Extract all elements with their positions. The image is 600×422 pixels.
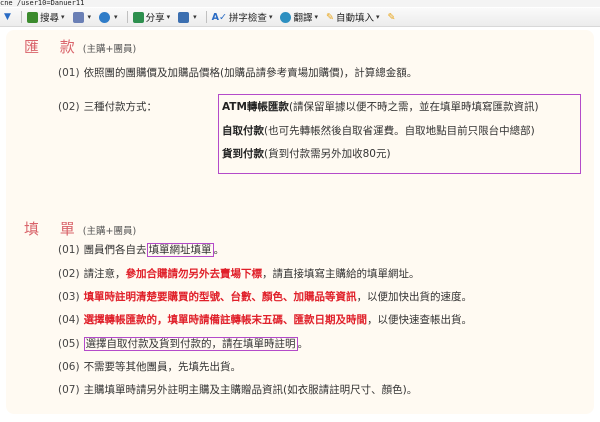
content-panel: 匯 款(主購+團員) (01) 依照團的團購價及加購品價格(加購品請參考賣場加購價… [6, 30, 594, 414]
fill-line-02-pre: 請注意， [83, 268, 126, 280]
translate-icon [280, 11, 292, 23]
chevron-down-icon: ▾ [61, 13, 65, 21]
fill-line-04: (04) 選擇轉帳匯款的，填單時請備註轉帳末五碼、匯款日期及時間，以便快速查帳出貨… [58, 313, 472, 327]
remit-line-02: (02) 三種付款方式： [58, 100, 157, 114]
line-number: (02) [58, 268, 80, 280]
bookmark-button[interactable]: ▾ [176, 9, 199, 25]
fill-section-title: 填 單(主購+團員) [24, 218, 136, 239]
fill-url-link[interactable]: 填單網址填單 [146, 243, 214, 257]
line-number: (01) [58, 67, 80, 79]
atm-label: ATM轉帳匯款 [222, 101, 289, 113]
fill-line-06: (06) 不需要等其他團員，先填先出貨。 [58, 360, 241, 374]
fill-line-05-post: 。 [297, 338, 309, 350]
fill-line-04-post: ，以便快速查帳出貨。 [367, 314, 473, 326]
fill-line-03: (03) 填單時註明清楚要購買的型號、台數、顏色、加購品等資訊，以便加快出貨的速度… [58, 290, 472, 304]
fill-line-07-text: 主購填單時請另外註明主購及主購贈品資訊(如衣服請註明尺寸、顏色)。 [83, 384, 418, 396]
share-button[interactable]: 分享 ▾ [131, 9, 173, 25]
fill-subtitle: (主購+團員) [82, 226, 137, 237]
cod-label: 貨到付款 [222, 148, 264, 160]
fill-line-06-text: 不需要等其他團員，先填先出貨。 [83, 361, 242, 373]
chevron-down-icon: ▾ [166, 13, 171, 21]
plus-button[interactable]: ▾ [97, 9, 120, 25]
fill-line-03-post: ，以便加快出貨的速度。 [356, 291, 473, 303]
chevron-down-icon: ▾ [375, 13, 380, 21]
page-icon [72, 11, 84, 23]
search-icon [27, 11, 38, 23]
chevron-down-icon: ▾ [114, 13, 118, 21]
cod-note: (貨到付款需另外加收80元) [264, 148, 391, 160]
toolbar-divider [21, 11, 22, 23]
remit-line-01: (01) 依照團的團購價及加購品價格(加購品請參考賣場加購價)，計算總金額。 [58, 66, 417, 80]
autofill-label: 自動填入 [335, 13, 374, 24]
fill-line-02: (02) 請注意，參加合購請勿另外去賣場下標，請直接填寫主購給的填單網址。 [58, 267, 420, 281]
fill-line-05: (05) 選擇自取付款及貨到付款的，請在填單時註明。 [58, 337, 308, 351]
fill-title: 填 單 [24, 220, 83, 238]
fill-line-01-post: 。 [213, 244, 225, 256]
pencil-icon: ✎ [387, 11, 396, 23]
toolbar-divider [126, 11, 128, 23]
line-number: (05) [58, 338, 80, 350]
page-button[interactable]: ▾ [71, 9, 94, 25]
chevron-down-icon: ▾ [314, 13, 318, 21]
remit-line-01-text: 依照團的團購價及加購品價格(加購品請參考賣場加購價)，計算總金額。 [83, 67, 418, 79]
fill-line-04-warning: 選擇轉帳匯款的，填單時請備註轉帳末五碼、匯款日期及時間 [83, 314, 368, 326]
chevron-down-icon: ▾ [268, 13, 273, 21]
translate-button[interactable]: 翻譯 ▾ [278, 9, 320, 25]
payment-methods-label: 三種付款方式： [83, 101, 158, 113]
fill-line-01-pre: 團員們各自去 [83, 244, 147, 256]
bookmark-icon [178, 11, 190, 23]
autofill-icon: ✎ [325, 11, 334, 23]
spellcheck-icon: A✓ [211, 11, 227, 23]
toolbar-divider [205, 11, 207, 23]
chevron-down-icon: ▼ [4, 12, 11, 22]
translate-label: 翻譯 [293, 13, 313, 24]
line-number: (03) [58, 291, 80, 303]
fill-line-03-warning: 填單時註明清楚要購買的型號、台數、顏色、加購品等資訊 [83, 291, 357, 303]
autofill-button[interactable]: ✎ 自動填入 ▾ [324, 9, 382, 25]
toolbar-dropdown-button[interactable]: ▼ [0, 9, 14, 25]
chevron-down-icon: ▾ [87, 13, 92, 21]
remit-section-title: 匯 款(主購+團員) [24, 36, 136, 57]
browser-toolbar: ▼ 搜尋 ▾ ▾ ▾ 分享 ▾ ▾ A✓ 拼字檢查 ▾ 翻譯 ▾ ✎ 自動填入 … [0, 8, 600, 27]
spellcheck-button[interactable]: A✓ 拼字檢查 ▾ [210, 9, 275, 25]
search-button[interactable]: 搜尋 ▾ [25, 9, 67, 25]
payment-pickup: 自取付款(也可先轉帳然後自取省運費。自取地點目前只限台中總部) [222, 124, 535, 138]
spellcheck-label: 拼字檢查 [228, 13, 267, 24]
line-number: (07) [58, 384, 80, 396]
fill-line-07: (07) 主購填單時請另外註明主購及主購贈品資訊(如衣服請註明尺寸、顏色)。 [58, 383, 417, 397]
remit-title: 匯 款 [24, 38, 83, 56]
plus-icon [99, 11, 111, 23]
remit-subtitle: (主購+團員) [82, 44, 137, 55]
fill-line-02-post: ，請直接填寫主購給的填單網址。 [262, 268, 420, 280]
fill-line-05-boxed: 選擇自取付款及貨到付款的，請在填單時註明 [83, 337, 298, 351]
fill-line-02-warning: 參加合購請勿另外去賣場下標 [125, 268, 263, 280]
pickup-note: (也可先轉帳然後自取省運費。自取地點目前只限台中總部) [264, 125, 535, 137]
address-bar[interactable]: cne /user10=Danuer11 [0, 0, 600, 7]
payment-cod: 貨到付款(貨到付款需另外加收80元) [222, 147, 391, 161]
line-number: (06) [58, 361, 80, 373]
share-label: 分享 [145, 13, 165, 24]
search-label: 搜尋 [40, 13, 60, 24]
pickup-label: 自取付款 [222, 125, 264, 137]
line-number: (04) [58, 314, 80, 326]
payment-atm: ATM轉帳匯款(請保留單據以便不時之需，並在填單時填寫匯款資訊) [222, 100, 539, 114]
fill-line-01: (01) 團員們各自去 填單網址填單。 [58, 243, 224, 257]
pencil-button[interactable]: ✎ [385, 9, 397, 25]
atm-note: (請保留單據以便不時之需，並在填單時填寫匯款資訊) [288, 101, 539, 113]
share-icon [132, 11, 144, 23]
chevron-down-icon: ▾ [193, 13, 197, 21]
line-number: (02) [58, 101, 80, 113]
line-number: (01) [58, 244, 80, 256]
